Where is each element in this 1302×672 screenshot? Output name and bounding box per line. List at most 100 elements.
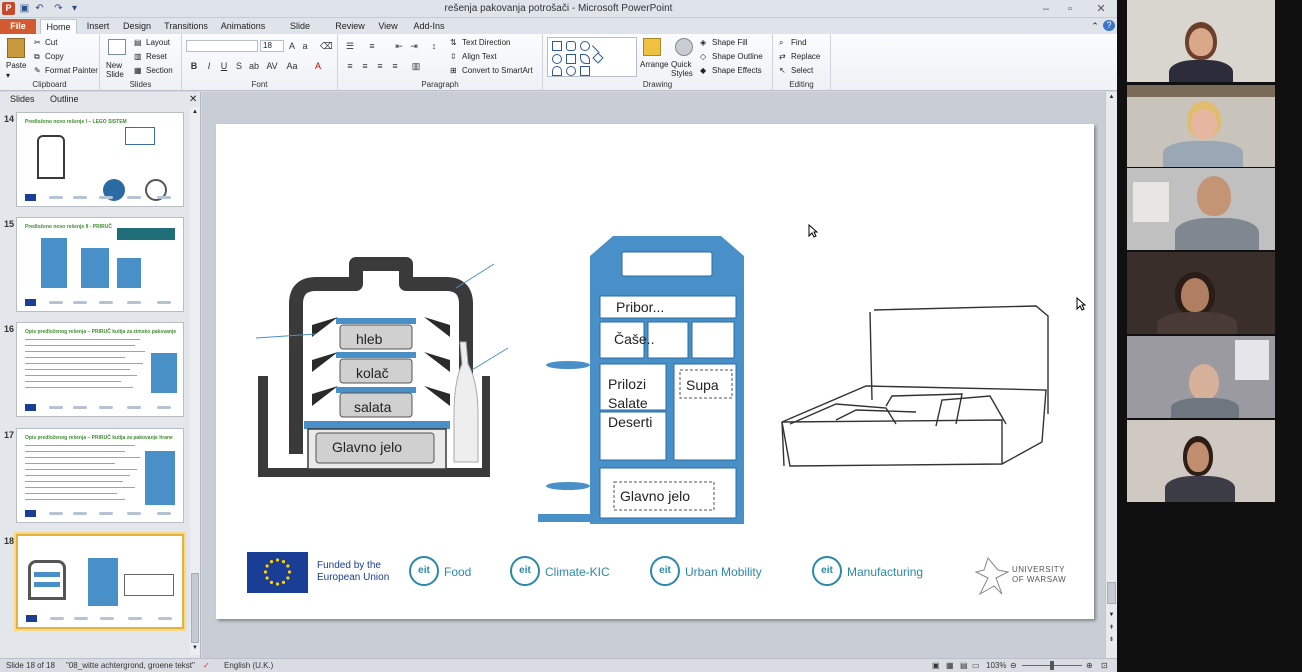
tab-home[interactable]: Home (40, 19, 77, 34)
paste-icon[interactable] (7, 38, 25, 58)
next-slide-icon[interactable]: ⇟ (1107, 636, 1116, 645)
font-size-select[interactable]: 18 (260, 40, 284, 52)
replace-button[interactable]: Replace (791, 52, 820, 61)
numbering-icon[interactable]: ≡ (366, 40, 378, 52)
line-shape-icon[interactable] (591, 38, 607, 54)
label-hleb[interactable]: hleb (356, 331, 382, 347)
format-painter-button[interactable]: Format Painter (45, 66, 98, 75)
label-kolac[interactable]: kolač (356, 365, 389, 381)
circle-shape-icon[interactable] (552, 54, 562, 64)
clear-formatting-icon[interactable]: ⌫ (320, 40, 333, 52)
tab-file[interactable]: File (0, 19, 36, 34)
align-center-icon[interactable]: ≡ (359, 60, 371, 72)
copy-button[interactable]: Copy (45, 52, 64, 61)
justify-icon[interactable]: ≡ (389, 60, 401, 72)
new-slide-button[interactable]: New Slide (106, 61, 132, 79)
font-family-select[interactable] (186, 40, 258, 52)
grow-font-icon[interactable]: A (286, 40, 298, 52)
close-panel-icon[interactable]: ✕ (189, 94, 197, 105)
decrease-indent-icon[interactable]: ⇤ (393, 40, 405, 52)
editor-scroll-thumb[interactable] (1107, 582, 1116, 604)
find-icon[interactable]: ⌕ (779, 38, 783, 48)
label-deserti[interactable]: Deserti (608, 414, 652, 430)
ribbon-collapse-icon[interactable]: ⌃ (1089, 19, 1101, 34)
shape-fill-button[interactable]: Shape Fill (712, 38, 748, 47)
shrink-font-icon[interactable]: a (299, 40, 311, 52)
scroll-down-icon[interactable]: ▼ (1107, 612, 1116, 621)
label-pribor[interactable]: Pribor... (616, 299, 664, 315)
maximize-icon[interactable]: ▫ (1059, 2, 1081, 16)
shape-outline-button[interactable]: Shape Outline (712, 52, 763, 61)
line-spacing-icon[interactable]: ↕ (428, 40, 440, 52)
align-left-icon[interactable]: ≡ (344, 60, 356, 72)
zoom-level[interactable]: 103% (986, 661, 1006, 670)
change-case-icon[interactable]: Aa (286, 60, 298, 72)
italic-icon[interactable]: I (203, 60, 215, 72)
shape-effects-icon[interactable]: ◆ (700, 66, 706, 75)
text-direction-button[interactable]: Text Direction (462, 38, 510, 47)
section-button[interactable]: Section (146, 66, 173, 75)
shape-fill-icon[interactable]: ◈ (700, 38, 706, 47)
shape-effects-button[interactable]: Shape Effects (712, 66, 762, 75)
spellcheck-icon[interactable]: ✓ (203, 661, 210, 670)
tab-add-ins[interactable]: Add-Ins (411, 19, 447, 34)
reset-button[interactable]: Reset (146, 52, 167, 61)
align-text-icon[interactable]: ⇳ (450, 52, 457, 61)
align-text-button[interactable]: Align Text (462, 52, 497, 61)
character-spacing-icon[interactable]: AV (266, 60, 278, 72)
reading-view-icon[interactable]: ▤ (960, 661, 968, 670)
slide-canvas[interactable]: hleb kolač salata Glavno jelo Pribor... … (216, 124, 1094, 619)
select-button[interactable]: Select (791, 66, 813, 75)
arrow-shape-icon[interactable] (580, 66, 590, 76)
select-icon[interactable]: ↖ (779, 66, 786, 75)
panel-scrollbar[interactable]: ▲ ▼ (190, 107, 200, 655)
rounded-rect-shape-icon[interactable] (566, 41, 576, 51)
increase-indent-icon[interactable]: ⇥ (408, 40, 420, 52)
bold-icon[interactable]: B (188, 60, 200, 72)
arc-shape-icon[interactable] (552, 66, 562, 76)
tab-outline[interactable]: Outline (50, 94, 79, 104)
tab-slide-show[interactable]: Slide Show (278, 19, 322, 45)
underline-icon[interactable]: U (218, 60, 230, 72)
diamond-shape-icon[interactable] (592, 52, 604, 64)
font-color-icon[interactable]: A (312, 60, 324, 72)
shapes-gallery[interactable] (547, 37, 637, 77)
help-icon[interactable]: ? (1103, 20, 1115, 31)
layout-button[interactable]: Layout (146, 38, 170, 47)
strikethrough-icon[interactable]: ab (248, 60, 260, 72)
minimize-icon[interactable]: – (1035, 2, 1057, 16)
paste-button[interactable]: Paste (6, 61, 26, 70)
reset-icon[interactable]: ▥ (134, 52, 142, 61)
square-shape-icon[interactable] (566, 54, 576, 64)
wave-shape-icon[interactable] (580, 54, 590, 64)
slideshow-view-icon[interactable]: ▭ (972, 661, 980, 670)
tab-design[interactable]: Design (120, 19, 154, 34)
arrange-icon[interactable] (643, 38, 661, 56)
editor-scrollbar[interactable]: ▲ ▼ ⇞ ⇟ (1105, 92, 1117, 658)
tab-review[interactable]: Review (335, 19, 365, 34)
close-icon[interactable]: ✕ (1090, 2, 1112, 16)
scroll-down-icon[interactable]: ▼ (191, 645, 199, 653)
replace-icon[interactable]: ⇄ (779, 52, 786, 61)
label-case[interactable]: Čaše.. (614, 331, 654, 347)
quick-styles-button[interactable]: Quick Styles (671, 60, 695, 78)
tab-animations[interactable]: Animations (220, 19, 266, 34)
zoom-slider-thumb[interactable] (1050, 661, 1054, 670)
tab-view[interactable]: View (376, 19, 400, 34)
quick-styles-icon[interactable] (675, 38, 693, 56)
convert-smartart-button[interactable]: Convert to SmartArt (462, 66, 533, 75)
rectangle-shape-icon[interactable] (552, 41, 562, 51)
find-button[interactable]: Find (791, 38, 807, 47)
bullets-icon[interactable]: ☰ (344, 40, 356, 52)
ring-shape-icon[interactable] (566, 66, 576, 76)
copy-icon[interactable]: ⧉ (34, 52, 40, 62)
previous-slide-icon[interactable]: ⇞ (1107, 624, 1116, 633)
scroll-up-icon[interactable]: ▲ (191, 109, 199, 117)
layout-icon[interactable]: ▤ (134, 38, 142, 47)
format-painter-icon[interactable]: ✎ (34, 66, 41, 75)
paste-dropdown-icon[interactable]: ▾ (6, 71, 10, 80)
label-salata[interactable]: salata (354, 399, 391, 415)
tab-insert[interactable]: Insert (84, 19, 112, 34)
language-indicator[interactable]: English (U.K.) (224, 661, 273, 670)
arrange-button[interactable]: Arrange (640, 60, 668, 69)
